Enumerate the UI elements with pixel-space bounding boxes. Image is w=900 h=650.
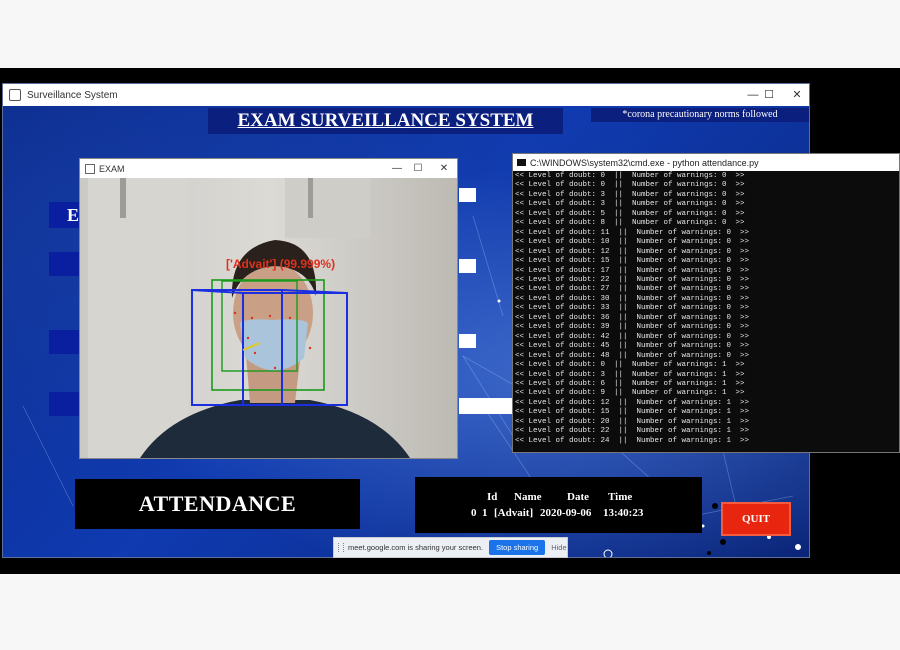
cupboard-left — [88, 178, 188, 458]
page-title: EXAM SURVEILLANCE SYSTEM — [208, 108, 563, 134]
console-line: << Level of doubt: 27 || Number of warni… — [515, 285, 750, 294]
console-line: << Level of doubt: 36 || Number of warni… — [515, 313, 750, 322]
console-line: << Level of doubt: 22 || Number of warni… — [515, 275, 750, 284]
record-date: 2020-09-06 — [540, 507, 592, 519]
maximize-icon[interactable]: ☐ — [755, 84, 783, 106]
console-line: << Level of doubt: 9 || Number of warnin… — [515, 389, 745, 398]
cmd-window-title: C:\WINDOWS\system32\cmd.exe - python att… — [530, 157, 759, 168]
console-line: << Level of doubt: 30 || Number of warni… — [515, 294, 750, 303]
console-line: << Level of doubt: 10 || Number of warni… — [515, 238, 750, 247]
cmd-icon — [517, 159, 526, 166]
console-line: << Level of doubt: 0 || Number of warnin… — [515, 181, 745, 190]
console-line: << Level of doubt: 8 || Number of warnin… — [515, 219, 745, 228]
console-line: << Level of doubt: 20 || Number of warni… — [515, 417, 750, 426]
console-line: << Level of doubt: 5 || Number of warnin… — [515, 209, 745, 218]
cupboard-handle — [120, 178, 126, 218]
quit-button[interactable]: QUIT — [721, 502, 791, 536]
console-line: << Level of doubt: 39 || Number of warni… — [515, 323, 750, 332]
window-icon — [85, 163, 95, 174]
record-time: 13:40:23 — [603, 507, 644, 519]
cmd-window-titlebar[interactable]: C:\WINDOWS\system32\cmd.exe - python att… — [513, 154, 899, 171]
main-window-titlebar[interactable]: Surveillance System — ☐ ✕ — [3, 84, 809, 106]
video-letterbox-bottom — [0, 574, 900, 650]
attendance-record-panel: Id Name Date Time 0 1 [Advait] 2020-09-0… — [415, 477, 702, 533]
cupboard-handle — [308, 178, 313, 218]
input-slot[interactable] — [459, 259, 476, 273]
console-line: << Level of doubt: 42 || Number of warni… — [515, 332, 750, 341]
record-id: 1 — [482, 507, 488, 519]
share-message: meet.google.com is sharing your screen. — [348, 543, 484, 552]
console-line: << Level of doubt: 0 || Number of warnin… — [515, 361, 745, 370]
column-header-date: Date — [567, 491, 589, 503]
video-letterbox-top — [0, 0, 900, 68]
record-name: [Advait] — [494, 507, 534, 519]
attendance-button[interactable]: ATTENDANCE — [75, 479, 360, 529]
app-feather-icon — [9, 89, 21, 101]
console-line: << Level of doubt: 3 || Number of warnin… — [515, 200, 745, 209]
console-line: << Level of doubt: 12 || Number of warni… — [515, 247, 750, 256]
console-line: << Level of doubt: 3 || Number of warnin… — [515, 370, 745, 379]
console-line: << Level of doubt: 15 || Number of warni… — [515, 257, 750, 266]
console-output: << Level of doubt: 0 || Number of warnin… — [513, 171, 899, 446]
maximize-icon[interactable]: ☐ — [406, 159, 430, 178]
console-line: << Level of doubt: 24 || Number of warni… — [515, 436, 750, 445]
console-line: << Level of doubt: 17 || Number of warni… — [515, 266, 750, 275]
stop-sharing-button[interactable]: Stop sharing — [489, 540, 546, 555]
exam-camera-window: EXAM — ☐ ✕ ['Advait'] (99.999%) — [79, 158, 458, 459]
partial-label: E — [49, 202, 79, 228]
console-line: << Level of doubt: 48 || Number of warni… — [515, 351, 750, 360]
console-line: << Level of doubt: 11 || Number of warni… — [515, 228, 750, 237]
console-line: << Level of doubt: 6 || Number of warnin… — [515, 379, 745, 388]
column-header-name: Name — [514, 491, 542, 503]
column-header-id: Id — [487, 491, 498, 503]
left-panel-block — [49, 330, 79, 354]
corona-note: *corona precautionary norms followed — [591, 108, 809, 122]
console-line: << Level of doubt: 45 || Number of warni… — [515, 342, 750, 351]
input-slot[interactable] — [459, 334, 476, 348]
command-prompt-window: C:\WINDOWS\system32\cmd.exe - python att… — [512, 153, 900, 453]
close-icon[interactable]: ✕ — [432, 159, 456, 178]
drag-handle-icon[interactable] — [338, 543, 344, 552]
console-line: << Level of doubt: 0 || Number of warnin… — [515, 172, 745, 180]
left-panel-block — [49, 252, 79, 276]
console-line: << Level of doubt: 3 || Number of warnin… — [515, 190, 745, 199]
console-line: << Level of doubt: 12 || Number of warni… — [515, 398, 750, 407]
column-header-time: Time — [608, 491, 633, 503]
console-line: << Level of doubt: 33 || Number of warni… — [515, 304, 750, 313]
main-window-title: Surveillance System — [27, 89, 118, 101]
input-slot[interactable] — [459, 188, 476, 202]
record-row-index: 0 — [471, 507, 477, 519]
console-line: << Level of doubt: 22 || Number of warni… — [515, 427, 750, 436]
close-icon[interactable]: ✕ — [783, 84, 809, 106]
detection-label: ['Advait'] (99.999%) — [226, 257, 335, 271]
left-panel-block — [49, 392, 79, 416]
screen-share-bar: meet.google.com is sharing your screen. … — [333, 537, 568, 558]
input-slot[interactable] — [459, 398, 514, 414]
camera-window-titlebar[interactable]: EXAM — ☐ ✕ — [80, 159, 457, 178]
hide-button[interactable]: Hide — [551, 543, 566, 552]
camera-window-title: EXAM — [99, 163, 125, 174]
console-line: << Level of doubt: 15 || Number of warni… — [515, 408, 750, 417]
cupboard-right — [285, 178, 370, 238]
webcam-feed: ['Advait'] (99.999%) — [80, 178, 457, 458]
